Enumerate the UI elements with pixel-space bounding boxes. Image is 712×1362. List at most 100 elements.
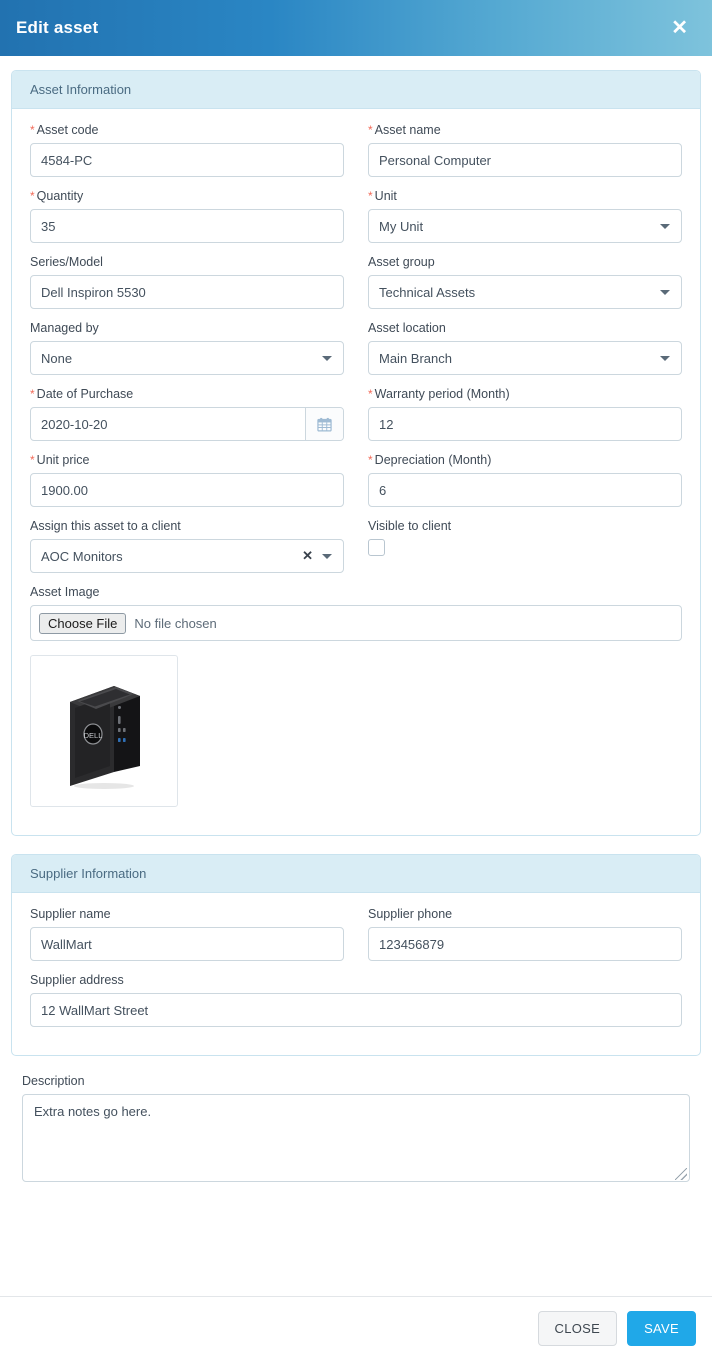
field-asset-code: *Asset code 4584-PC: [30, 123, 344, 177]
asset-group-select[interactable]: Technical Assets: [368, 275, 682, 309]
svg-text:DELL: DELL: [84, 731, 103, 740]
field-visible-to-client: Visible to client: [368, 519, 682, 573]
assign-client-label: Assign this asset to a client: [30, 519, 344, 533]
series-model-value: Dell Inspiron 5530: [41, 285, 146, 300]
required-asterisk: *: [30, 123, 35, 137]
supplier-address-label: Supplier address: [30, 973, 682, 987]
field-supplier-address: Supplier address 12 WallMart Street: [30, 973, 682, 1027]
page-title: Edit asset: [16, 18, 98, 38]
supplier-phone-input[interactable]: 123456879: [368, 927, 682, 961]
asset-name-input[interactable]: Personal Computer: [368, 143, 682, 177]
supplier-information-card: Supplier Information Supplier name WallM…: [11, 854, 701, 1056]
field-unit: *Unit My Unit: [368, 189, 682, 243]
required-asterisk: *: [368, 453, 373, 467]
chevron-down-icon: [322, 356, 332, 361]
modal-body: Asset Information *Asset code 4584-PC *A…: [0, 56, 712, 1274]
choose-file-button[interactable]: Choose File: [39, 613, 126, 634]
quantity-value: 35: [41, 219, 55, 234]
form-row: *Unit price 1900.00 *Depreciation (Month…: [30, 453, 682, 519]
depreciation-value: 6: [379, 483, 386, 498]
form-row: Series/Model Dell Inspiron 5530 Asset gr…: [30, 255, 682, 321]
visible-to-client-checkbox[interactable]: [368, 539, 385, 556]
chevron-down-icon: [660, 290, 670, 295]
field-asset-name: *Asset name Personal Computer: [368, 123, 682, 177]
unit-value: My Unit: [379, 219, 423, 234]
required-asterisk: *: [368, 189, 373, 203]
asset-location-value: Main Branch: [379, 351, 452, 366]
field-asset-group: Asset group Technical Assets: [368, 255, 682, 309]
description-label: Description: [22, 1074, 690, 1088]
supplier-phone-value: 123456879: [379, 937, 444, 952]
asset-group-value: Technical Assets: [379, 285, 475, 300]
description-textarea[interactable]: Extra notes go here.: [22, 1094, 690, 1182]
clear-icon[interactable]: ✕: [302, 548, 313, 564]
warranty-period-input[interactable]: 12: [368, 407, 682, 441]
asset-name-label: *Asset name: [368, 123, 682, 137]
calendar-icon[interactable]: [305, 408, 343, 440]
supplier-information-title: Supplier Information: [12, 855, 700, 893]
chevron-down-icon: [322, 554, 332, 559]
field-unit-price: *Unit price 1900.00: [30, 453, 344, 507]
managed-by-label: Managed by: [30, 321, 344, 335]
depreciation-input[interactable]: 6: [368, 473, 682, 507]
depreciation-label: *Depreciation (Month): [368, 453, 682, 467]
asset-location-label: Asset location: [368, 321, 682, 335]
form-row: Supplier name WallMart Supplier phone 12…: [30, 907, 682, 973]
chevron-down-icon: [660, 356, 670, 361]
required-asterisk: *: [368, 387, 373, 401]
supplier-information-body: Supplier name WallMart Supplier phone 12…: [12, 893, 700, 1055]
assign-client-select[interactable]: AOC Monitors ✕: [30, 539, 344, 573]
form-row: *Quantity 35 *Unit My Unit: [30, 189, 682, 255]
visible-to-client-label: Visible to client: [368, 519, 682, 533]
asset-code-input[interactable]: 4584-PC: [30, 143, 344, 177]
unit-price-input[interactable]: 1900.00: [30, 473, 344, 507]
edit-asset-modal: Edit asset ✕ Asset Information *Asset co…: [0, 0, 712, 1362]
required-asterisk: *: [30, 387, 35, 401]
supplier-address-input[interactable]: 12 WallMart Street: [30, 993, 682, 1027]
resize-handle[interactable]: [675, 1168, 687, 1180]
date-of-purchase-input[interactable]: 2020-10-20: [30, 407, 344, 441]
description-value: Extra notes go here.: [34, 1104, 151, 1119]
supplier-name-input[interactable]: WallMart: [30, 927, 344, 961]
managed-by-select[interactable]: None: [30, 341, 344, 375]
supplier-name-value: WallMart: [41, 937, 92, 952]
close-button[interactable]: CLOSE: [538, 1311, 618, 1346]
unit-label: *Unit: [368, 189, 682, 203]
field-warranty-period: *Warranty period (Month) 12: [368, 387, 682, 441]
unit-price-label: *Unit price: [30, 453, 344, 467]
supplier-name-label: Supplier name: [30, 907, 344, 921]
quantity-input[interactable]: 35: [30, 209, 344, 243]
asset-information-body: *Asset code 4584-PC *Asset name Personal…: [12, 109, 700, 835]
file-status-text: No file chosen: [134, 616, 216, 631]
field-series-model: Series/Model Dell Inspiron 5530: [30, 255, 344, 309]
asset-image-file-input[interactable]: Choose File No file chosen: [30, 605, 682, 641]
field-managed-by: Managed by None: [30, 321, 344, 375]
supplier-address-value: 12 WallMart Street: [41, 1003, 148, 1018]
asset-image-thumbnail: DELL: [30, 655, 178, 807]
series-model-label: Series/Model: [30, 255, 344, 269]
date-of-purchase-value: 2020-10-20: [41, 417, 108, 432]
asset-information-card: Asset Information *Asset code 4584-PC *A…: [11, 70, 701, 836]
description-block: Description Extra notes go here.: [11, 1074, 701, 1182]
field-asset-location: Asset location Main Branch: [368, 321, 682, 375]
series-model-input[interactable]: Dell Inspiron 5530: [30, 275, 344, 309]
required-asterisk: *: [30, 453, 35, 467]
modal-footer: CLOSE SAVE: [0, 1296, 712, 1362]
field-asset-image: Asset Image Choose File No file chosen: [30, 585, 682, 807]
asset-code-value: 4584-PC: [41, 153, 92, 168]
asset-image-label: Asset Image: [30, 585, 682, 599]
unit-price-value: 1900.00: [41, 483, 88, 498]
field-quantity: *Quantity 35: [30, 189, 344, 243]
supplier-phone-label: Supplier phone: [368, 907, 682, 921]
form-row: Managed by None Asset location Main Bran…: [30, 321, 682, 387]
asset-location-select[interactable]: Main Branch: [368, 341, 682, 375]
field-date-of-purchase: *Date of Purchase 2020-10-20: [30, 387, 344, 441]
unit-select[interactable]: My Unit: [368, 209, 682, 243]
form-row: Supplier address 12 WallMart Street: [30, 973, 682, 1039]
close-icon[interactable]: ✕: [667, 16, 692, 40]
field-supplier-phone: Supplier phone 123456879: [368, 907, 682, 961]
warranty-period-value: 12: [379, 417, 393, 432]
date-of-purchase-label: *Date of Purchase: [30, 387, 344, 401]
save-button[interactable]: SAVE: [627, 1311, 696, 1346]
asset-group-label: Asset group: [368, 255, 682, 269]
